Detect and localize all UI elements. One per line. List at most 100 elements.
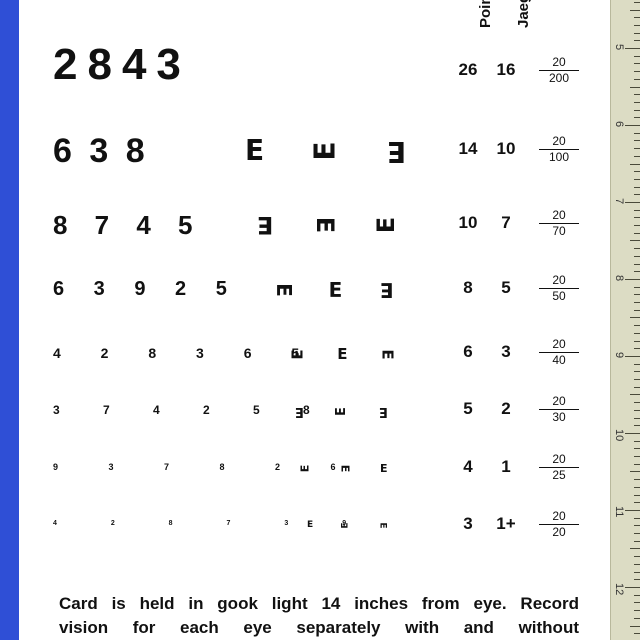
ruler-tick [634,210,640,211]
ruler-tick [634,364,640,365]
acuity-numerator: 20 [539,338,579,353]
acuity-denominator: 30 [552,410,566,424]
acuity-denominator: 40 [552,353,566,367]
ruler-tick [630,240,640,241]
jaeger-value: 1 [501,457,511,476]
tumbling-e-icon: Ε [288,349,307,360]
acuity-denominator: 20 [552,525,566,539]
ruler-tick [630,548,640,549]
ruler-tick [634,464,640,465]
tumbling-e-group: ΕΕΕ [307,521,388,530]
acuity-fraction: 20 30 [539,395,579,424]
tumbling-e-icon: Ε [245,134,265,167]
ruler-tick [634,56,640,57]
tumbling-e-icon: Ε [298,464,312,473]
ruler-tick [634,187,640,188]
tumbling-e-group: ΕΕΕ [271,278,395,302]
acuity-fraction: 20 25 [539,453,579,482]
ruler-tick [634,425,640,426]
tumbling-e-icon: Ε [340,522,351,529]
point-size-value: 4 [463,457,473,476]
ruler-tick [634,294,640,295]
ruler-number: 9 [613,352,625,359]
ruler-tick [634,225,640,226]
acuity-fraction: 20 40 [539,338,579,367]
tumbling-e-icon: Ε [308,141,342,161]
acuity-denominator: 70 [552,224,566,238]
ruler-tick [634,579,640,580]
digit-line: 3 7 4 2 5 8 [53,403,330,417]
instructions-line-1: Card is held in gook light 14 inches fro… [59,594,579,613]
tumbling-e-icon: Ε [380,278,395,302]
tumbling-e-icon: Ε [380,462,388,475]
ruler-tick [634,541,640,542]
ruler-tick [625,48,640,49]
ruler-tick [634,387,640,388]
ruler-number: 11 [613,506,625,518]
jaeger-value: 10 [496,139,516,158]
ruler-tick [634,441,640,442]
tumbling-e-icon: Ε [271,283,296,297]
ruler-tick [634,572,640,573]
tumbling-e-icon: Ε [378,349,397,360]
acuity-fraction: 20 20 [539,510,579,539]
ruler-number: 6 [613,121,625,128]
ruler-tick [625,125,640,126]
ruler-tick [634,256,640,257]
ruler-tick [634,341,640,342]
ruler-tick [634,179,640,180]
tumbling-e-icon: Ε [328,278,343,302]
ruler-tick [634,418,640,419]
ruler-tick [634,40,640,41]
ruler-tick [634,348,640,349]
ruler-tick [634,410,640,411]
ruler-tick [634,502,640,503]
acuity-numerator: 20 [539,135,579,150]
acuity-numerator: 20 [539,274,579,289]
acuity-denominator: 50 [552,289,566,303]
ruler-tick [634,556,640,557]
ruler-tick [634,633,640,634]
ruler-tick [630,10,640,11]
ruler-tick [634,602,640,603]
ruler-tick [625,356,640,357]
tumbling-e-icon: Ε [295,404,304,419]
ruler-tick [630,626,640,627]
ruler-tick [634,171,640,172]
digit-line: 4 2 8 3 6 5 [53,345,318,361]
ruler-tick [634,194,640,195]
acuity-numerator: 20 [539,56,579,71]
header-jaeger: Jaeger [515,0,532,28]
ruler: 5 6 7 8 9 10 11 12 [610,0,640,640]
digit-line: 8 7 4 5 [53,210,203,240]
ruler-tick [625,279,640,280]
ruler-number: 7 [613,198,625,205]
point-size-value: 6 [463,342,473,361]
ruler-tick [634,525,640,526]
jaeger-value: 2 [501,399,511,418]
ruler-tick [634,518,640,519]
ruler-tick [634,140,640,141]
ruler-number: 10 [613,429,625,442]
tumbling-e-group: ΕΕΕ [245,134,406,168]
acuity-denominator: 25 [552,468,566,482]
jaeger-value: 16 [496,60,516,79]
ruler-tick [634,63,640,64]
point-size-value: 26 [458,60,478,79]
ruler-tick [634,33,640,34]
blue-edge [0,0,19,640]
ruler-tick [630,164,640,165]
ruler-tick [630,317,640,318]
ruler-tick [634,448,640,449]
tumbling-e-group: ΕΕΕ [298,462,388,475]
tumbling-e-icon: Ε [377,522,388,529]
ruler-tick [634,102,640,103]
ruler-tick [634,25,640,26]
tumbling-e-icon: Ε [337,464,351,473]
ruler-tick [630,87,640,88]
acuity-denominator: 200 [548,71,570,85]
ruler-tick [634,271,640,272]
ruler-tick [634,371,640,372]
ruler-tick [634,325,640,326]
ruler-tick [634,133,640,134]
